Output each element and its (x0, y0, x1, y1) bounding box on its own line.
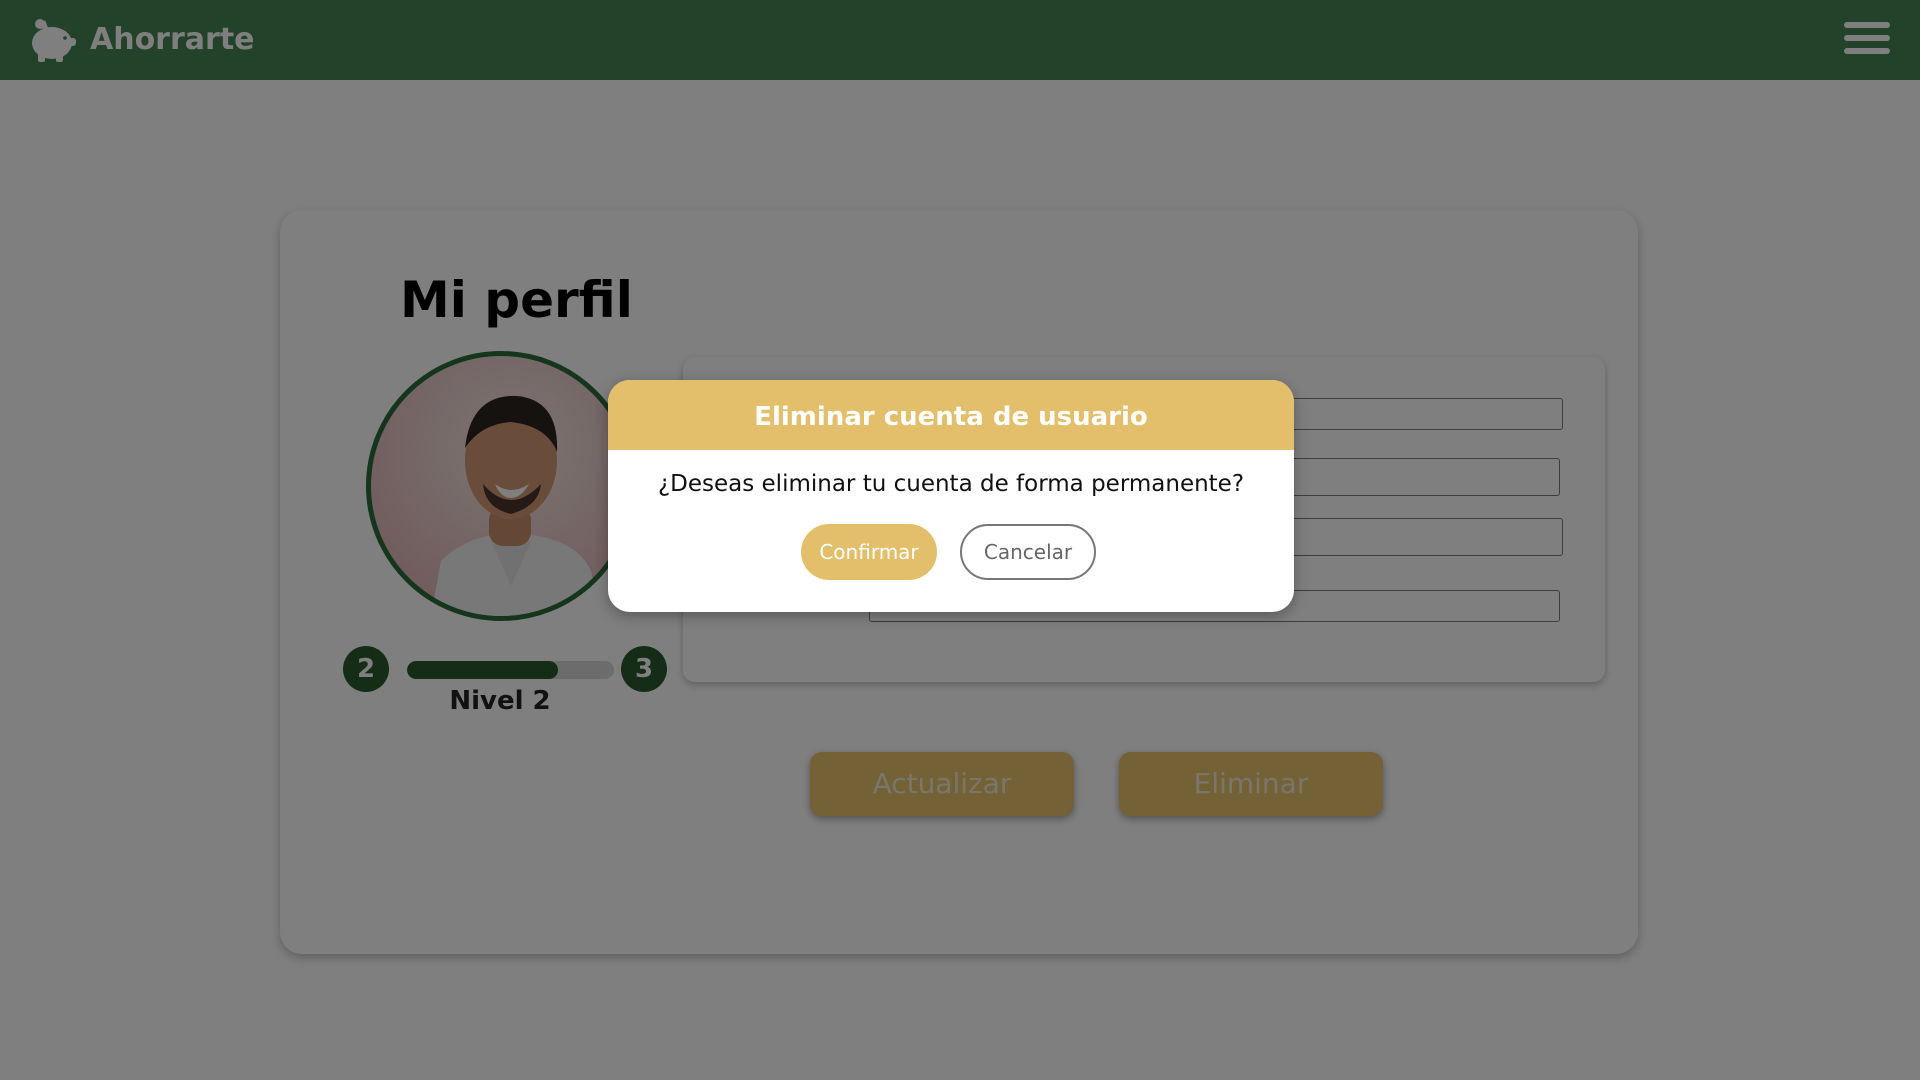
modal-title: Eliminar cuenta de usuario (608, 380, 1294, 450)
delete-account-modal: Eliminar cuenta de usuario ¿Deseas elimi… (608, 380, 1294, 612)
cancel-button[interactable]: Cancelar (960, 524, 1096, 580)
modal-question: ¿Deseas eliminar tu cuenta de forma perm… (657, 471, 1245, 497)
confirm-button[interactable]: Confirmar (801, 524, 937, 580)
